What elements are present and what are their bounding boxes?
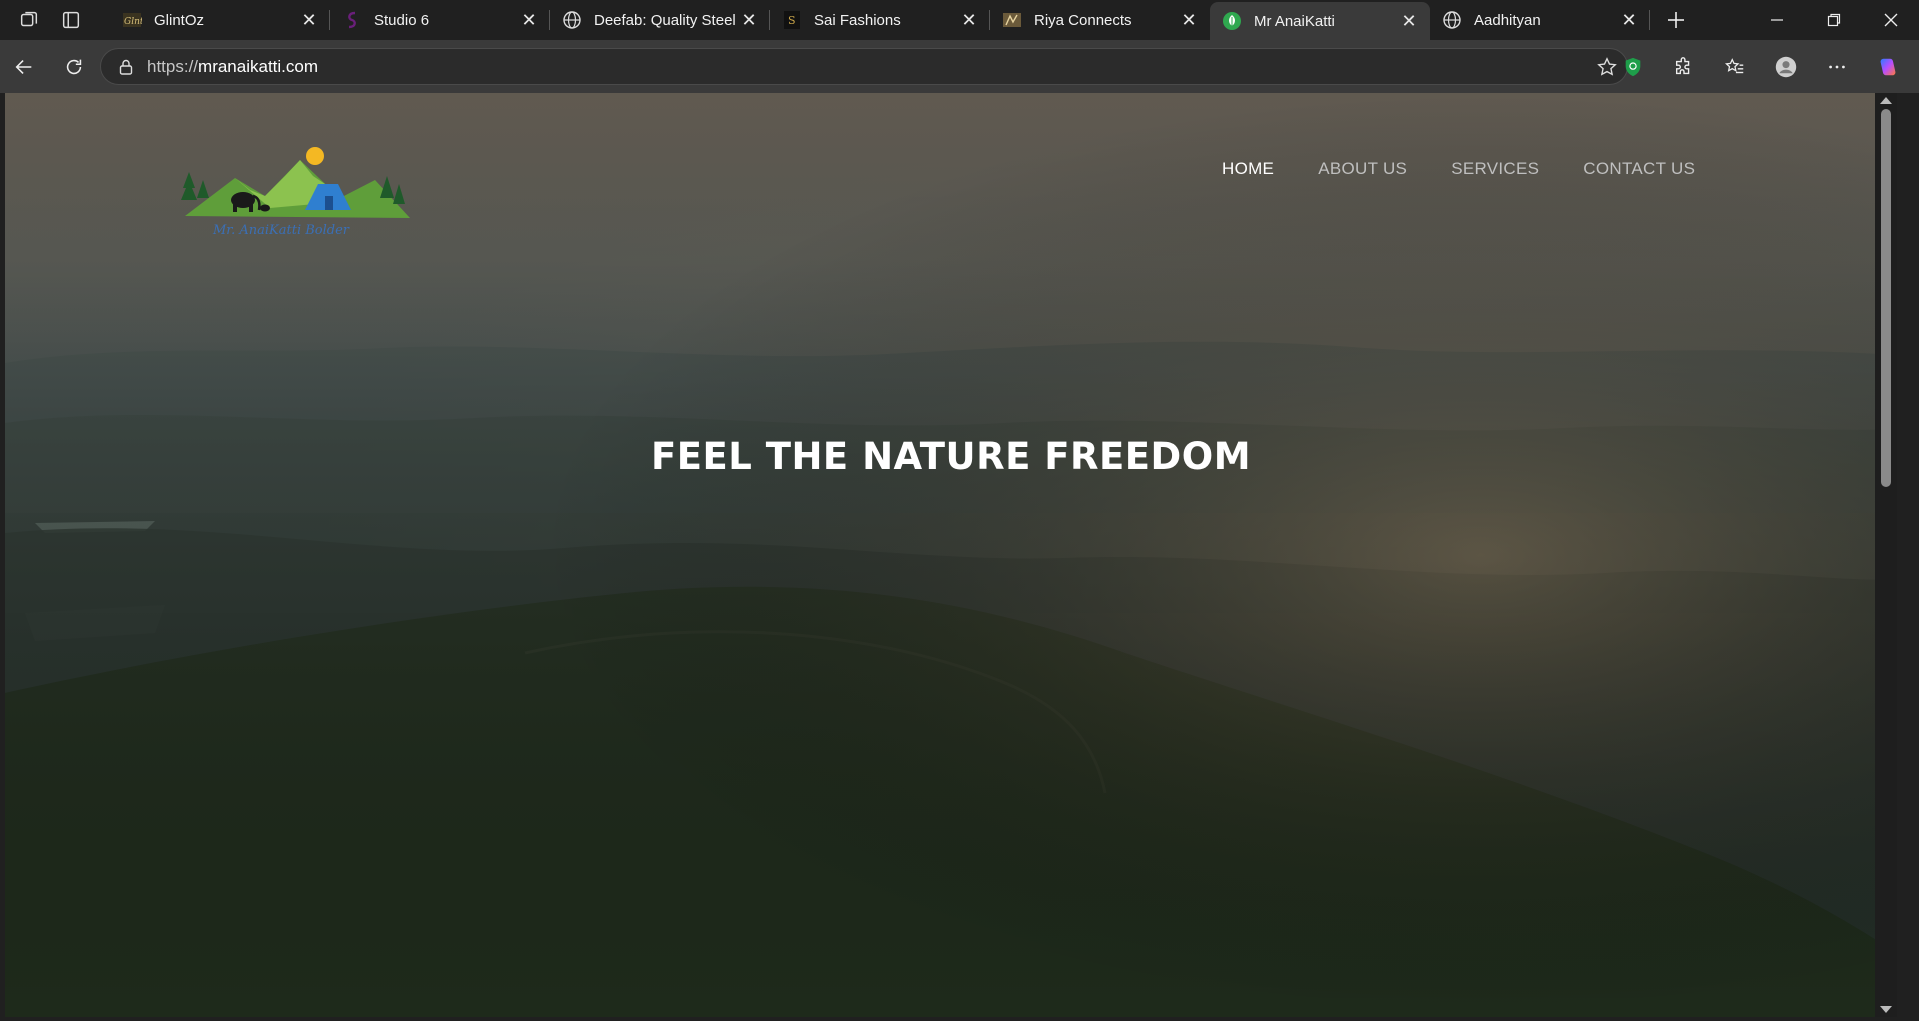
tab-sai-fashions[interactable]: S Sai Fashions ✕ [770,0,990,40]
address-bar[interactable]: https://mranaikatti.com [100,48,1628,85]
minimize-icon [1770,19,1783,21]
tab-title: Studio 6 [374,11,430,29]
glintoz-favicon: Glnt [122,10,142,30]
workspaces-button[interactable] [10,4,48,36]
more-dots-icon [1828,65,1845,68]
sai-fashions-favicon: S [782,10,802,30]
settings-more-button[interactable] [1811,49,1862,85]
avatar-icon [1775,56,1796,77]
tab-studio-6[interactable]: Studio 6 ✕ [330,0,550,40]
close-tab-icon[interactable]: ✕ [1178,9,1200,31]
page-viewport: Mr. AnaiKatti Bolder HOME ABOUT US SERVI… [5,93,1897,1017]
tab-separator [1649,10,1650,30]
hero-title: FEEL THE NATURE FREEDOM [650,435,1252,478]
extensions-button[interactable] [1658,49,1709,85]
tab-title: Deefab: Quality Steel [594,11,736,29]
restore-icon [1827,13,1840,27]
puzzle-icon [1675,56,1689,74]
studio6-favicon [342,10,362,30]
close-tab-icon[interactable]: ✕ [298,9,320,31]
back-button[interactable] [4,49,44,85]
minimize-button[interactable] [1748,0,1805,40]
copilot-button[interactable] [1862,49,1913,85]
url-domain: mranaikatti.com [198,56,319,76]
copilot-icon [1880,58,1895,75]
favorites-button[interactable] [1709,49,1760,85]
arrow-left-icon [15,59,32,74]
shield-icon [1625,57,1640,76]
tab-actions-icon [62,11,80,29]
scroll-down-arrow-icon[interactable] [1880,1006,1892,1013]
nav-link-home[interactable]: HOME [1222,159,1274,179]
profile-button[interactable] [1760,49,1811,85]
scroll-up-arrow-icon[interactable] [1880,97,1892,104]
toolbar-right [1607,48,1913,85]
tab-riya-connects[interactable]: Riya Connects ✕ [990,0,1210,40]
leaf-favicon [1222,11,1242,31]
svg-text:S: S [788,14,796,27]
svg-text:Glnt: Glnt [124,17,142,27]
lock-icon[interactable] [109,58,143,76]
page-scrollbar[interactable] [1875,93,1897,1017]
riya-favicon [1002,10,1022,30]
nav-link-contact-us[interactable]: CONTACT US [1583,159,1695,179]
window-controls [1748,0,1919,40]
close-tab-icon[interactable]: ✕ [1398,10,1420,32]
site-logo[interactable]: Mr. AnaiKatti Bolder [175,138,415,248]
tab-title: Riya Connects [1034,11,1132,29]
close-icon [1884,13,1897,27]
browser-toolbar: https://mranaikatti.com [0,40,1919,93]
tab-deefab[interactable]: Deefab: Quality Steel ✕ [550,0,770,40]
nav-link-about-us[interactable]: ABOUT US [1318,159,1407,179]
tab-glintoz[interactable]: Glnt GlintOz ✕ [110,0,330,40]
refresh-button[interactable] [54,49,94,85]
tab-title: GlintOz [154,11,205,29]
plus-icon [1668,12,1684,28]
close-tab-icon[interactable]: ✕ [738,9,760,31]
new-tab-button[interactable] [1658,4,1694,36]
close-tab-icon[interactable]: ✕ [1618,9,1640,31]
refresh-icon [66,59,82,74]
site-navigation: HOME ABOUT US SERVICES CONTACT US [1222,159,1739,179]
url-protocol: https:// [147,56,199,76]
close-window-button[interactable] [1862,0,1919,40]
workspaces-icon [20,11,38,27]
tab-aadhityan[interactable]: Aadhityan ✕ [1430,0,1650,40]
globe-icon [1442,10,1462,30]
tab-mr-anaikatti[interactable]: Mr AnaiKatti ✕ [1210,2,1430,40]
tab-title: Aadhityan [1474,11,1541,29]
favorites-list-icon [1724,57,1743,73]
url-text: https://mranaikatti.com [147,57,1587,77]
tab-title: Mr AnaiKatti [1254,12,1335,30]
browser-essentials-button[interactable] [1607,49,1658,85]
scrollbar-thumb[interactable] [1881,109,1891,487]
restore-button[interactable] [1805,0,1862,40]
vertical-tabs-button[interactable] [52,4,90,36]
logo-text: Mr. AnaiKatti Bolder [212,223,350,238]
close-tab-icon[interactable]: ✕ [518,9,540,31]
tab-strip: Glnt GlintOz ✕ Studio 6 ✕ Deefab: Qualit… [0,0,1919,40]
globe-icon [562,10,582,30]
nav-link-services[interactable]: SERVICES [1451,159,1539,179]
tab-title: Sai Fashions [814,11,901,29]
close-tab-icon[interactable]: ✕ [958,9,980,31]
